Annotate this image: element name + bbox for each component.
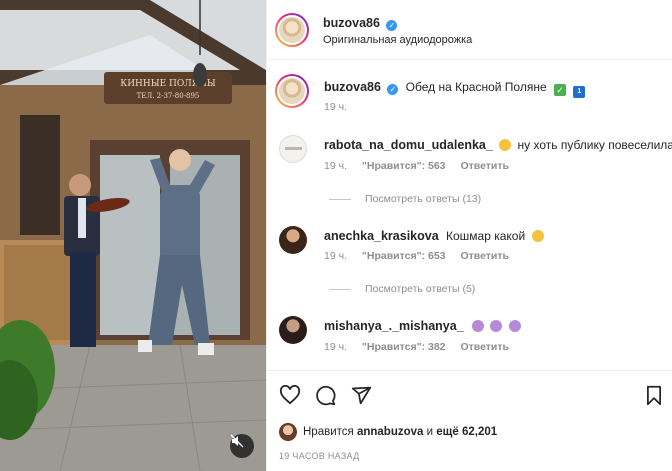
author-username[interactable]: buzova86 xyxy=(323,16,380,30)
verified-icon: ✓ xyxy=(386,20,398,31)
comment-time: 19 ч. xyxy=(324,250,347,262)
comment-username[interactable]: mishanya_._mishanya_ xyxy=(324,319,464,333)
comment-meta: 19 ч. "Нравится": 563 Ответить xyxy=(324,160,521,172)
share-icon[interactable] xyxy=(351,385,372,406)
check-emoji-icon: ✓ xyxy=(553,84,566,96)
comment-avatar[interactable] xyxy=(279,226,307,254)
comment-meta: 19 ч. "Нравится": 382 Ответить xyxy=(324,341,521,353)
reply-button[interactable]: Ответить xyxy=(460,250,509,262)
view-replies-button[interactable]: Посмотреть ответы (5) xyxy=(329,283,475,295)
caption-text: Обед на Красной Поляне xyxy=(405,80,547,94)
comment-text: Кошмар какой xyxy=(446,229,526,243)
comment-avatar[interactable] xyxy=(279,316,307,344)
likes-and: и xyxy=(426,426,434,438)
likes-summary: Нравится annabuzova и ещё 62,201 xyxy=(279,423,497,441)
audio-label[interactable]: Оригинальная аудиодорожка xyxy=(323,34,472,46)
woman-emoji-icon xyxy=(490,320,503,332)
number-emoji-icon: 1 xyxy=(573,86,586,98)
comment-username[interactable]: anechka_krasikova xyxy=(324,229,439,243)
view-replies-button[interactable]: Посмотреть ответы (13) xyxy=(329,193,481,205)
author-avatar[interactable] xyxy=(275,13,309,47)
caption-username[interactable]: buzova86 xyxy=(324,80,381,94)
bookmark-icon[interactable] xyxy=(645,385,663,406)
woman-emoji-icon xyxy=(508,320,521,332)
post-details-panel: buzova86 ✓ Оригинальная аудиодорожка buz… xyxy=(266,0,672,471)
heart-icon[interactable] xyxy=(279,385,301,405)
caption: buzova86 ✓ Обед на Красной Поляне ✓ 1 xyxy=(324,80,586,98)
comment-meta: 19 ч. "Нравится": 653 Ответить xyxy=(324,250,521,262)
laugh-emoji-icon xyxy=(531,230,544,242)
comment-username[interactable]: rabota_na_domu_udalenka_ xyxy=(324,138,493,152)
reply-button[interactable]: Ответить xyxy=(460,160,509,172)
sign-text-2: ТЕЛ. 2-37-80-895 xyxy=(137,92,200,100)
post-timestamp[interactable]: 19 ЧАСОВ НАЗАД xyxy=(279,451,360,461)
action-bar: Нравится annabuzova и ещё 62,201 19 ЧАСО… xyxy=(267,370,672,471)
verified-icon: ✓ xyxy=(387,84,399,95)
comment-3: mishanya_._mishanya_ xyxy=(324,319,521,333)
caption-time: 19 ч. xyxy=(324,101,347,113)
comment-icon[interactable] xyxy=(315,385,336,406)
comment-avatar[interactable] xyxy=(279,135,307,163)
reply-button[interactable]: Ответить xyxy=(460,341,509,353)
post-media[interactable]: КИННЫЕ ПОЛЯНЫ ТЕЛ. 2-37-80-895 xyxy=(0,0,266,471)
comment-1: rabota_na_domu_udalenka_ ну хоть публику… xyxy=(324,138,672,152)
mute-icon xyxy=(230,434,244,448)
woman-emoji-icon xyxy=(472,320,485,332)
liker-avatar[interactable] xyxy=(279,423,297,441)
liker-username[interactable]: annabuzova xyxy=(357,426,423,438)
laugh-emoji-icon xyxy=(499,139,512,151)
comment-likes[interactable]: "Нравится": 653 xyxy=(362,250,446,262)
caption-avatar[interactable] xyxy=(275,74,309,108)
comment-2: anechka_krasikova Кошмар какой xyxy=(324,229,544,243)
comment-likes[interactable]: "Нравится": 382 xyxy=(362,341,446,353)
likes-count[interactable]: ещё 62,201 xyxy=(436,426,497,438)
likes-prefix: Нравится xyxy=(303,426,354,438)
mute-button[interactable] xyxy=(230,434,254,458)
video-frame: КИННЫЕ ПОЛЯНЫ ТЕЛ. 2-37-80-895 xyxy=(0,0,266,471)
comment-time: 19 ч. xyxy=(324,160,347,172)
comment-text: ну хоть публику повеселила xyxy=(517,138,672,152)
comment-time: 19 ч. xyxy=(324,341,347,353)
post-header: buzova86 ✓ Оригинальная аудиодорожка xyxy=(267,0,672,60)
comment-likes[interactable]: "Нравится": 563 xyxy=(362,160,446,172)
